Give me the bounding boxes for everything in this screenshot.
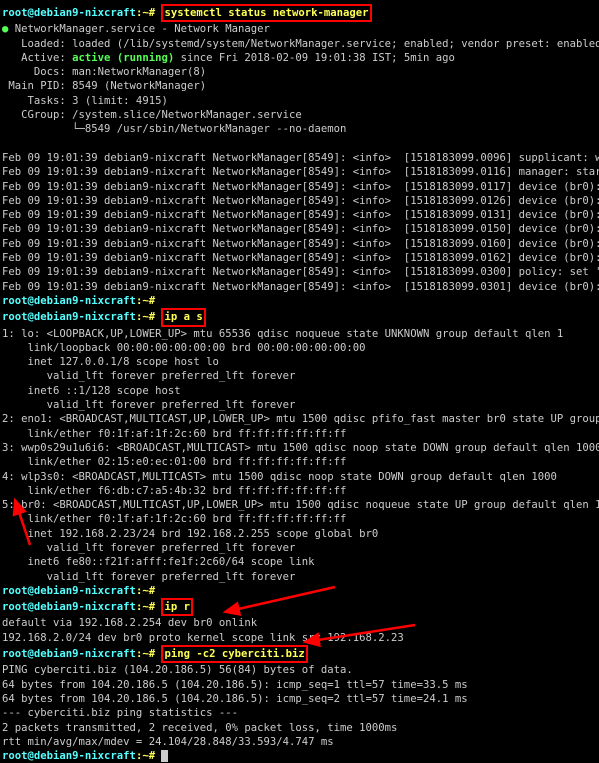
ping-output: 64 bytes from 104.20.186.5 (104.20.186.5… [2,692,597,706]
ip-output: link/ether f0:1f:af:1f:2c:60 brd ff:ff:f… [2,512,597,526]
ping-output: 64 bytes from 104.20.186.5 (104.20.186.5… [2,678,597,692]
ip-output: inet6 ::1/128 scope host [2,384,597,398]
loaded-text: Loaded: loaded (/lib/systemd/system/Netw… [21,38,599,50]
prompt-user: root@debian9-nixcraft [2,295,136,307]
status-cgroup: CGroup: /system.slice/NetworkManager.ser… [2,108,597,122]
ip-output: link/loopback 00:00:00:00:00:00 brd 00:0… [2,341,597,355]
service-title: NetworkManager.service - Network Manager [15,23,270,35]
active-label: Active: [21,52,72,64]
log-line: Feb 09 19:01:39 debian9-nixcraft Network… [2,165,597,179]
log-line: Feb 09 19:01:39 debian9-nixcraft Network… [2,222,597,236]
log-line: Feb 09 19:01:39 debian9-nixcraft Network… [2,280,597,294]
prompt-path: :~# [136,750,155,762]
prompt-user: root@debian9-nixcraft [2,7,136,19]
command-text: ip r [164,601,190,613]
route-output: 192.168.2.0/24 dev br0 proto kernel scop… [2,631,597,645]
active-state: active (running) [72,52,174,64]
log-line: Feb 09 19:01:39 debian9-nixcraft Network… [2,265,597,279]
prompt-path: :~# [136,7,155,19]
ip-output: inet6 fe80::f21f:afff:fe1f:2c60/64 scope… [2,555,597,569]
ip-output: valid_lft forever preferred_lft forever [2,398,597,412]
prompt-line: root@debian9-nixcraft:~# ip a s [2,308,597,326]
status-loaded: Loaded: loaded (/lib/systemd/system/Netw… [2,37,597,51]
log-line: Feb 09 19:01:39 debian9-nixcraft Network… [2,151,597,165]
ping-output: 2 packets transmitted, 2 received, 0% pa… [2,721,597,735]
prompt-line: root@debian9-nixcraft:~# ip r [2,598,597,616]
ip-output: valid_lft forever preferred_lft forever [2,570,597,584]
ip-output: valid_lft forever preferred_lft forever [2,369,597,383]
cmd-highlight: systemctl status network-manager [161,4,371,22]
ping-output: rtt min/avg/max/mdev = 24.104/28.848/33.… [2,735,597,749]
bullet-icon: ● [2,23,8,35]
prompt-line: root@debian9-nixcraft:~# [2,749,597,763]
ip-output: inet 127.0.0.1/8 scope host lo [2,355,597,369]
ip-output: link/ether 02:15:e0:ec:01:00 brd ff:ff:f… [2,455,597,469]
prompt-line: root@debian9-nixcraft:~# [2,584,597,598]
prompt-user: root@debian9-nixcraft [2,601,136,613]
ping-output: --- cyberciti.biz ping statistics --- [2,706,597,720]
active-since: since Fri 2018-02-09 19:01:38 IST; 5min … [174,52,455,64]
prompt-path: :~# [136,295,155,307]
status-mainpid: Main PID: 8549 (NetworkManager) [2,79,597,93]
prompt-user: root@debian9-nixcraft [2,311,136,323]
log-line: Feb 09 19:01:39 debian9-nixcraft Network… [2,194,597,208]
ip-output: 5: br0: <BROADCAST,MULTICAST,UP,LOWER_UP… [2,498,597,512]
prompt-path: :~# [136,311,155,323]
log-line: Feb 09 19:01:39 debian9-nixcraft Network… [2,237,597,251]
ping-output: PING cyberciti.biz (104.20.186.5) 56(84)… [2,663,597,677]
ip-output: 3: wwp0s29u1u6i6: <BROADCAST,MULTICAST> … [2,441,597,455]
prompt-line: root@debian9-nixcraft:~# ping -c2 cyberc… [2,645,597,663]
ip-output: valid_lft forever preferred_lft forever [2,541,597,555]
terminal[interactable]: root@debian9-nixcraft:~# systemctl statu… [2,4,597,763]
command-text: ip a s [164,311,202,323]
prompt-path: :~# [136,648,155,660]
prompt-path: :~# [136,585,155,597]
log-line: Feb 09 19:01:39 debian9-nixcraft Network… [2,180,597,194]
log-line: Feb 09 19:01:39 debian9-nixcraft Network… [2,208,597,222]
ip-output: 1: lo: <LOOPBACK,UP,LOWER_UP> mtu 65536 … [2,327,597,341]
ip-output: link/ether f6:db:c7:a5:4b:32 brd ff:ff:f… [2,484,597,498]
ip-output: link/ether f0:1f:af:1f:2c:60 brd ff:ff:f… [2,427,597,441]
cursor[interactable] [161,750,168,762]
prompt-user: root@debian9-nixcraft [2,648,136,660]
prompt-line: root@debian9-nixcraft:~# [2,294,597,308]
cmd-highlight: ping -c2 cyberciti.biz [161,645,307,663]
ip-output: 4: wlp3s0: <BROADCAST,MULTICAST> mtu 150… [2,470,597,484]
status-cgroup-child: └─8549 /usr/sbin/NetworkManager --no-dae… [2,122,597,136]
command-text: systemctl status network-manager [164,7,368,19]
ip-output: 2: eno1: <BROADCAST,MULTICAST,UP,LOWER_U… [2,412,597,426]
blank [2,137,597,151]
ip-output: inet 192.168.2.23/24 brd 192.168.2.255 s… [2,527,597,541]
log-line: Feb 09 19:01:39 debian9-nixcraft Network… [2,251,597,265]
prompt-path: :~# [136,601,155,613]
route-output: default via 192.168.2.254 dev br0 onlink [2,616,597,630]
status-docs: Docs: man:NetworkManager(8) [2,65,597,79]
prompt-user: root@debian9-nixcraft [2,585,136,597]
cmd-highlight: ip r [161,598,193,616]
prompt-line: root@debian9-nixcraft:~# systemctl statu… [2,4,597,22]
cmd-highlight: ip a s [161,308,205,326]
status-active: Active: active (running) since Fri 2018-… [2,51,597,65]
prompt-user: root@debian9-nixcraft [2,750,136,762]
status-tasks: Tasks: 3 (limit: 4915) [2,94,597,108]
status-title: ● NetworkManager.service - Network Manag… [2,22,597,36]
command-text: ping -c2 cyberciti.biz [164,648,304,660]
